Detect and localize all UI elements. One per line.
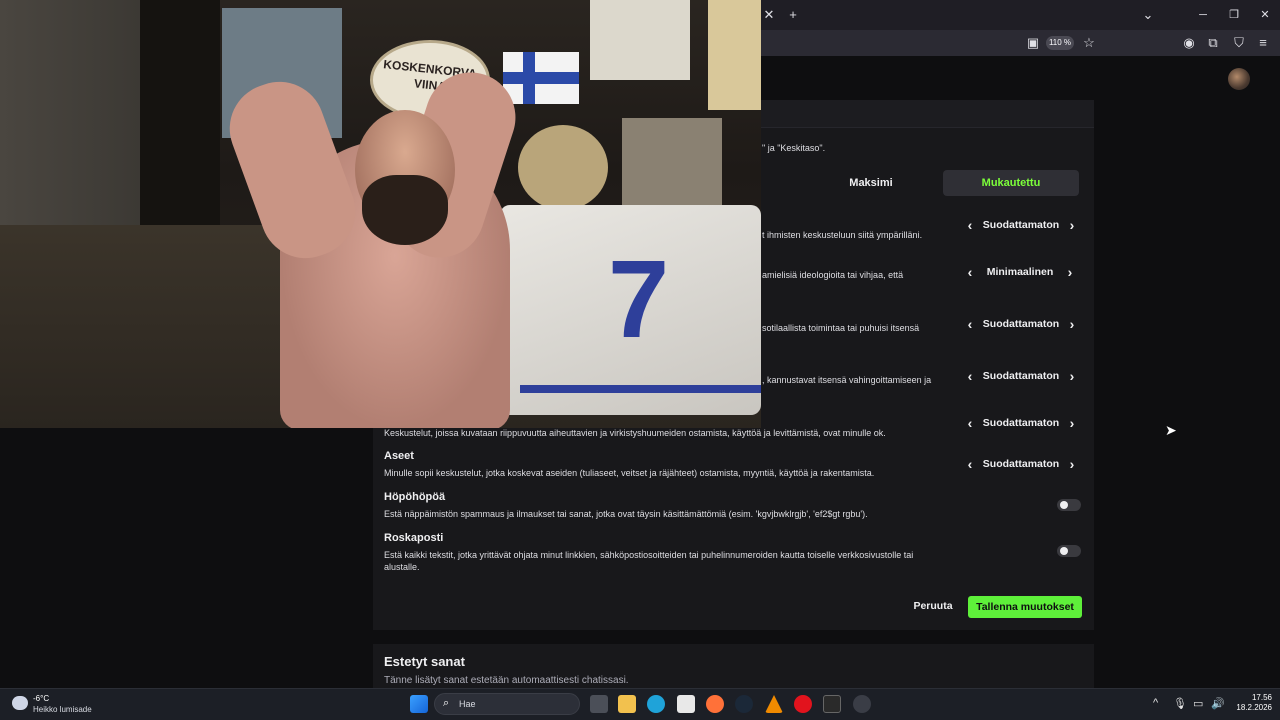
blocked-words-title: Estetyt sanat [384, 654, 465, 669]
plate [518, 125, 608, 210]
finnish-flag [503, 52, 579, 104]
weather-description: Heikko lumisade [33, 705, 92, 714]
tray-overflow-icon[interactable]: ^ [1153, 697, 1158, 709]
windows-start-icon[interactable] [410, 695, 428, 713]
filter-level-value: Suodattamaton [982, 219, 1060, 231]
taskbar-clock[interactable]: 17.56 18.2.2026 [1232, 693, 1272, 713]
taskbar-search-placeholder: Hae [459, 699, 476, 709]
firefox-icon[interactable] [706, 695, 724, 713]
filter-level-stepper: ‹ Suodattamaton › [962, 413, 1080, 433]
save-changes-button[interactable]: Tallenna muutokset [968, 596, 1082, 618]
filter-row-desc: , kannustavat itsensä vahingoittamiseen … [762, 375, 932, 385]
chevron-right-icon[interactable]: › [1064, 215, 1080, 235]
toggle-knob [1060, 501, 1068, 509]
network-icon[interactable]: ▭ [1193, 697, 1203, 710]
opera-icon[interactable] [794, 695, 812, 713]
poster [590, 0, 690, 80]
chevron-right-icon[interactable]: › [1064, 413, 1080, 433]
toggle-title-spam: Roskaposti [384, 532, 444, 544]
task-view-icon[interactable] [590, 695, 608, 713]
weather-temperature: -6°C [33, 694, 50, 703]
filter-row-title-weapons: Aseet [384, 450, 414, 462]
filter-row-desc: t ihmisten keskusteluun siitä ympärillän… [762, 230, 923, 240]
spam-toggle[interactable] [1057, 545, 1081, 557]
filter-row-desc-drugs: Keskustelut, joissa kuvataan riippuvuutt… [384, 428, 886, 438]
chevron-left-icon[interactable]: ‹ [962, 366, 978, 386]
edge-icon[interactable] [647, 695, 665, 713]
toggle-desc-spam: Estä kaikki tekstit, jotka yrittävät ohj… [384, 550, 914, 572]
filter-level-stepper: ‹ Minimaalinen › [962, 262, 1078, 282]
chevron-left-icon[interactable]: ‹ [962, 262, 978, 282]
steam-icon[interactable] [735, 695, 753, 713]
close-window-button[interactable]: ✕ [1258, 8, 1272, 22]
store-icon[interactable] [677, 695, 695, 713]
extensions-icon[interactable]: ⧉ [1204, 36, 1222, 50]
filter-intro-text: " ja "Keskitaso". [762, 143, 826, 153]
shield-icon[interactable]: ⛉ [1230, 36, 1248, 50]
toggle-knob [1060, 547, 1068, 555]
poster [622, 118, 722, 208]
filter-level-stepper: ‹ Suodattamaton › [962, 314, 1080, 334]
toggle-desc-gibberish: Estä näppäimistön spammaus ja ilmaukset … [384, 509, 868, 519]
chevron-left-icon[interactable]: ‹ [962, 454, 978, 474]
clock-date: 18.2.2026 [1236, 703, 1272, 712]
filter-row-desc: sotilaallista toimintaa tai puhuisi itse… [762, 323, 920, 333]
chevron-right-icon[interactable]: › [1062, 262, 1078, 282]
volume-icon[interactable]: 🔊 [1211, 697, 1225, 710]
mode-custom-tab[interactable]: Mukautettu [943, 170, 1079, 196]
mouse-cursor-icon: ➤ [1165, 422, 1177, 438]
flag-cross-h [503, 72, 579, 84]
file-explorer-icon[interactable] [618, 695, 636, 713]
filter-level-value: Suodattamaton [982, 318, 1060, 330]
toggle-title-gibberish: Höpöhöpöä [384, 491, 446, 503]
user-avatar[interactable] [1228, 68, 1250, 90]
filter-level-value: Suodattamaton [982, 370, 1060, 382]
new-tab-button[interactable]: + [784, 8, 802, 22]
maximize-button[interactable]: ❐ [1227, 8, 1241, 22]
obs-icon[interactable] [853, 695, 871, 713]
mode-maximum-tab[interactable]: Maksimi [800, 170, 942, 196]
minimize-button[interactable]: ─ [1196, 8, 1210, 22]
blocked-words-desc: Tänne lisätyt sanat estetään automaattis… [384, 675, 629, 686]
search-icon: ⌕ [443, 697, 450, 709]
filter-level-stepper: ‹ Suodattamaton › [962, 366, 1080, 386]
streamer-beard [362, 175, 448, 245]
reader-view-icon[interactable]: ▣ [1024, 36, 1042, 50]
webcam-overlay: KOSKENKORVA VIINA 7 [0, 0, 761, 428]
clock-time: 17.56 [1251, 693, 1272, 702]
filter-row-desc: amielisiä ideologioita tai vihjaa, että [762, 270, 904, 280]
menu-icon[interactable]: ≡ [1254, 36, 1272, 50]
account-icon[interactable]: ◉ [1180, 36, 1198, 50]
taskbar-search-box[interactable] [434, 693, 580, 715]
zoom-level-badge[interactable]: 110 % [1046, 36, 1074, 50]
close-tab-icon[interactable]: ✕ [760, 8, 778, 22]
jersey-number: 7 [608, 238, 670, 361]
filter-level-stepper: ‹ Suodattamaton › [962, 454, 1080, 474]
chevron-right-icon[interactable]: › [1064, 454, 1080, 474]
poster [708, 0, 761, 110]
tab-list-chevron-icon[interactable]: ⌄ [1139, 8, 1157, 22]
jersey-stripe [520, 385, 761, 393]
filter-level-value: Suodattamaton [982, 458, 1060, 470]
gibberish-toggle[interactable] [1057, 499, 1081, 511]
chevron-left-icon[interactable]: ‹ [962, 215, 978, 235]
weather-cloud-icon[interactable] [12, 696, 28, 710]
chevron-right-icon[interactable]: › [1064, 314, 1080, 334]
filter-level-value: Suodattamaton [982, 417, 1060, 429]
terminal-icon[interactable] [823, 695, 841, 713]
chevron-left-icon[interactable]: ‹ [962, 314, 978, 334]
chevron-right-icon[interactable]: › [1064, 366, 1080, 386]
windows-taskbar [0, 688, 1280, 720]
chevron-left-icon[interactable]: ‹ [962, 413, 978, 433]
filter-row-desc-weapons: Minulle sopii keskustelut, jotka koskeva… [384, 468, 875, 478]
microphone-icon[interactable]: 🎙 [1173, 697, 1187, 710]
filter-level-stepper: ‹ Suodattamaton › [962, 215, 1080, 235]
cancel-button[interactable]: Peruuta [908, 596, 958, 616]
filter-level-value: Minimaalinen [986, 266, 1054, 278]
bookmark-star-icon[interactable]: ☆ [1080, 36, 1098, 50]
